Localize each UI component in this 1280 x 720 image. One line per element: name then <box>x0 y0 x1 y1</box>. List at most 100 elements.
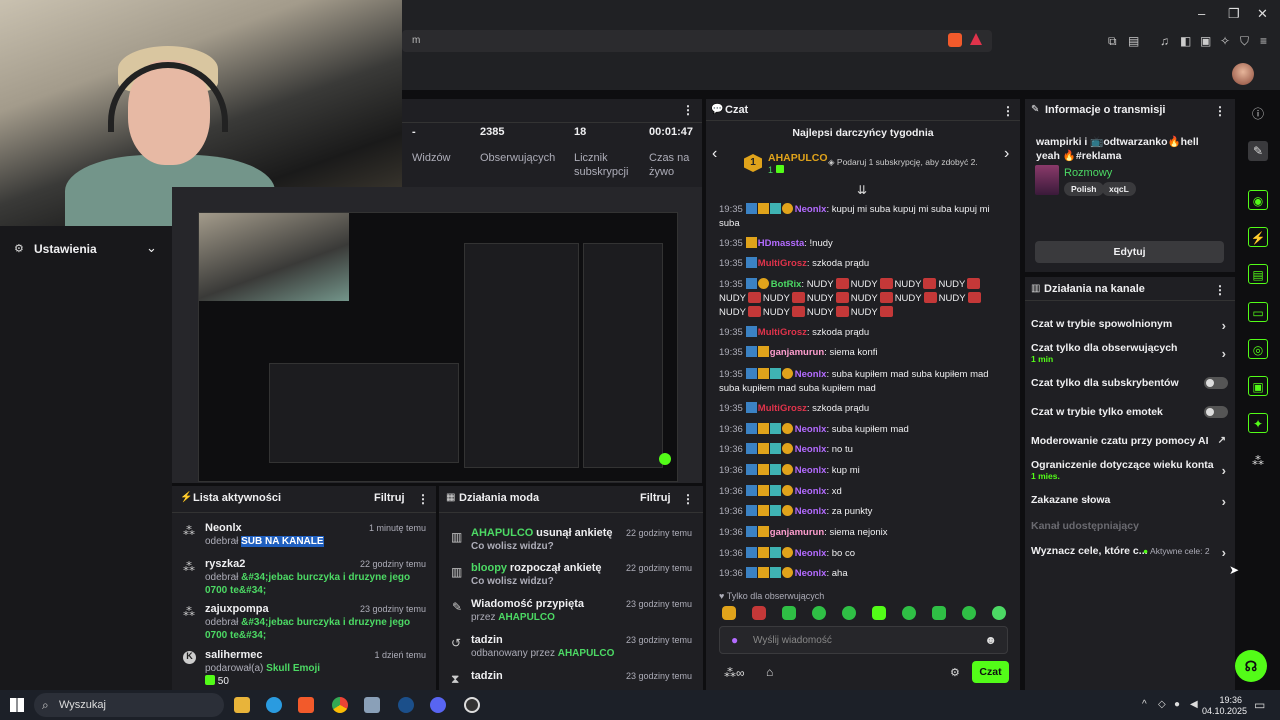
vpn-icon[interactable]: ⛉ <box>1240 34 1249 49</box>
ai-icon[interactable]: ✧ <box>1220 34 1230 48</box>
chat-message[interactable]: 19:36 Neonlx: aha <box>719 567 1009 581</box>
chat-message[interactable]: 19:35 MultiGrosz: szkoda prądu <box>719 257 1009 271</box>
network-icon[interactable]: ◇ <box>1158 699 1166 710</box>
next-arrow-icon[interactable]: › <box>1004 145 1009 163</box>
prev-arrow-icon[interactable]: ‹ <box>712 145 717 163</box>
taskbar-search[interactable]: ⌕ Wyszukaj <box>34 693 224 717</box>
edit-icon[interactable]: ✎ <box>1248 141 1268 161</box>
chat-message[interactable]: 19:35 Neonlx: suba kupiłem mad suba kupił… <box>719 368 1009 396</box>
chat-icon[interactable]: ▭ <box>1248 302 1268 322</box>
chat-message[interactable]: 19:35 Neonlx: kupuj mi suba kupuj mi suba… <box>719 203 1009 231</box>
support-button[interactable]: ☊ <box>1235 650 1267 682</box>
chat-message[interactable]: 19:35 BotRix: NUDY NUDY NUDY NUDYNUDY NUDY NUD… <box>719 278 1009 320</box>
chat-message[interactable]: 19:36 Neonlx: no tu <box>719 443 1009 457</box>
edit-button[interactable]: Edytuj <box>1035 241 1224 263</box>
subscribers-only-toggle[interactable] <box>1204 377 1228 389</box>
store-icon[interactable]: ⌂ <box>766 665 773 679</box>
mic-icon[interactable]: ● <box>1174 699 1180 710</box>
activity-filter-button[interactable]: Filtruj <box>374 492 405 504</box>
mic-icon[interactable]: ● <box>731 633 738 647</box>
followers-only-row[interactable]: Czat tylko dla obserwujących 1 min › <box>1031 342 1226 364</box>
goals-row[interactable]: Wyznacz cele, które c... ● Aktywne cele: … <box>1031 545 1226 560</box>
emote-button[interactable] <box>842 606 856 620</box>
points-icon[interactable]: ⁂∞ <box>724 666 745 680</box>
chat-message[interactable]: 19:36 Neonlx: suba kupiłem mad <box>719 423 1009 437</box>
chat-message[interactable]: 19:36 Neonlx: kup mi <box>719 464 1009 478</box>
chat-message[interactable]: 19:36 Neonlx: xd <box>719 485 1009 499</box>
clock[interactable]: 19:36 04.10.2025 <box>1202 695 1247 717</box>
more-icon[interactable]: ⋮ <box>682 103 694 117</box>
maximize-button[interactable]: ❐ <box>1228 6 1240 22</box>
file-explorer-icon[interactable] <box>234 697 250 713</box>
app-icon[interactable] <box>364 697 380 713</box>
points-icon[interactable]: ⁂ <box>1248 451 1268 471</box>
volume-icon[interactable]: ◀ <box>1190 699 1198 710</box>
tag[interactable]: Polish <box>1064 182 1104 196</box>
minimize-button[interactable]: – <box>1198 6 1205 21</box>
send-chat-button[interactable]: Czat <box>972 661 1009 683</box>
category-name[interactable]: Rozmowy <box>1064 167 1112 179</box>
emote-button[interactable] <box>962 606 976 620</box>
document-icon[interactable]: ▤ <box>1248 264 1268 284</box>
steam-icon[interactable] <box>398 697 414 713</box>
close-button[interactable]: ✕ <box>1257 6 1268 22</box>
more-icon[interactable]: ⋮ <box>1214 104 1226 118</box>
tag[interactable]: xqcL <box>1102 182 1136 196</box>
slow-mode-row[interactable]: Czat w trybie spowolnionym › <box>1031 318 1226 333</box>
chat-message[interactable]: 19:36 ganjamurun: siema nejonix <box>719 526 1009 540</box>
gifter-name[interactable]: AHAPULCO <box>768 152 828 164</box>
emoji-icon[interactable]: ☻ <box>984 633 997 647</box>
notifications-icon[interactable]: ▭ <box>1254 698 1265 712</box>
chat-message[interactable]: 19:35 MultiGrosz: szkoda prądu <box>719 326 1009 340</box>
gear-icon[interactable]: ⚙ <box>950 666 960 679</box>
account-age-row[interactable]: Ograniczenie dotyczące wieku konta 1 mies… <box>1031 459 1226 481</box>
extensions-icon[interactable]: ⧉ <box>1108 34 1117 49</box>
emote-button[interactable] <box>812 606 826 620</box>
chrome-icon[interactable] <box>332 697 348 713</box>
edge-icon[interactable] <box>266 697 282 713</box>
windows-start-icon[interactable] <box>10 698 24 712</box>
emote-button[interactable] <box>902 606 916 620</box>
more-icon[interactable]: ⋮ <box>417 492 429 506</box>
mod-filter-button[interactable]: Filtruj <box>640 492 671 504</box>
chat-message[interactable]: 19:35 ganjamurun: siema konfi <box>719 346 1009 360</box>
user-avatar[interactable] <box>1232 63 1254 85</box>
music-icon[interactable]: ♫ <box>1160 34 1169 48</box>
brave-icon[interactable] <box>298 697 314 713</box>
chat-message[interactable]: 19:36 Neonlx: za punkty <box>719 505 1009 519</box>
more-icon[interactable]: ⋮ <box>1002 104 1014 118</box>
chat-message[interactable]: 19:36 Neonlx: bo co <box>719 547 1009 561</box>
category-thumbnail[interactable] <box>1035 165 1059 195</box>
emote-button[interactable] <box>932 606 946 620</box>
camera-icon[interactable]: ◉ <box>1248 190 1268 210</box>
more-icon[interactable]: ⋮ <box>682 492 694 506</box>
settings-label[interactable]: Ustawienia <box>34 242 97 256</box>
chat-input[interactable]: ● Wyślij wiadomość ☻ <box>719 626 1008 654</box>
banned-words-row[interactable]: Zakazane słowa › <box>1031 494 1226 509</box>
emote-button[interactable] <box>992 606 1006 620</box>
chat-message[interactable]: 19:35 MultiGrosz: szkoda prądu <box>719 402 1009 416</box>
menu-icon[interactable]: ≡ <box>1260 34 1267 48</box>
emote-button[interactable] <box>872 606 886 620</box>
wallet-icon[interactable]: ▣ <box>1200 34 1211 48</box>
info-icon[interactable]: ⓘ <box>1248 104 1268 124</box>
emote-button[interactable] <box>722 606 736 620</box>
broadcast-icon[interactable]: ◎ <box>1248 339 1268 359</box>
bolt-icon[interactable]: ⚡ <box>1248 227 1268 247</box>
brave-shield-icon[interactable] <box>948 33 962 47</box>
sidebar-toggle-icon[interactable]: ▤ <box>1128 34 1139 48</box>
emote-only-row[interactable]: Czat w trybie tylko emotek <box>1031 406 1226 418</box>
wrench-icon[interactable]: ✦ <box>1248 413 1268 433</box>
emote-button[interactable] <box>782 606 796 620</box>
chevron-up-icon[interactable]: ^ <box>1142 699 1147 710</box>
address-bar[interactable]: m <box>402 30 992 52</box>
emote-only-toggle[interactable] <box>1204 406 1228 418</box>
chat-message[interactable]: 19:35 HDmassta: !nudy <box>719 237 1009 251</box>
discord-icon[interactable] <box>430 697 446 713</box>
chevron-down-icon[interactable]: ⌄ <box>146 240 157 256</box>
more-icon[interactable]: ⋮ <box>1214 283 1226 297</box>
ai-moderation-row[interactable]: Moderowanie czatu przy pomocy AI ↗ <box>1031 435 1226 447</box>
scroll-down-icon[interactable]: ⇊ <box>857 183 867 197</box>
emote-button[interactable] <box>752 606 766 620</box>
panel-icon[interactable]: ◧ <box>1180 34 1191 48</box>
